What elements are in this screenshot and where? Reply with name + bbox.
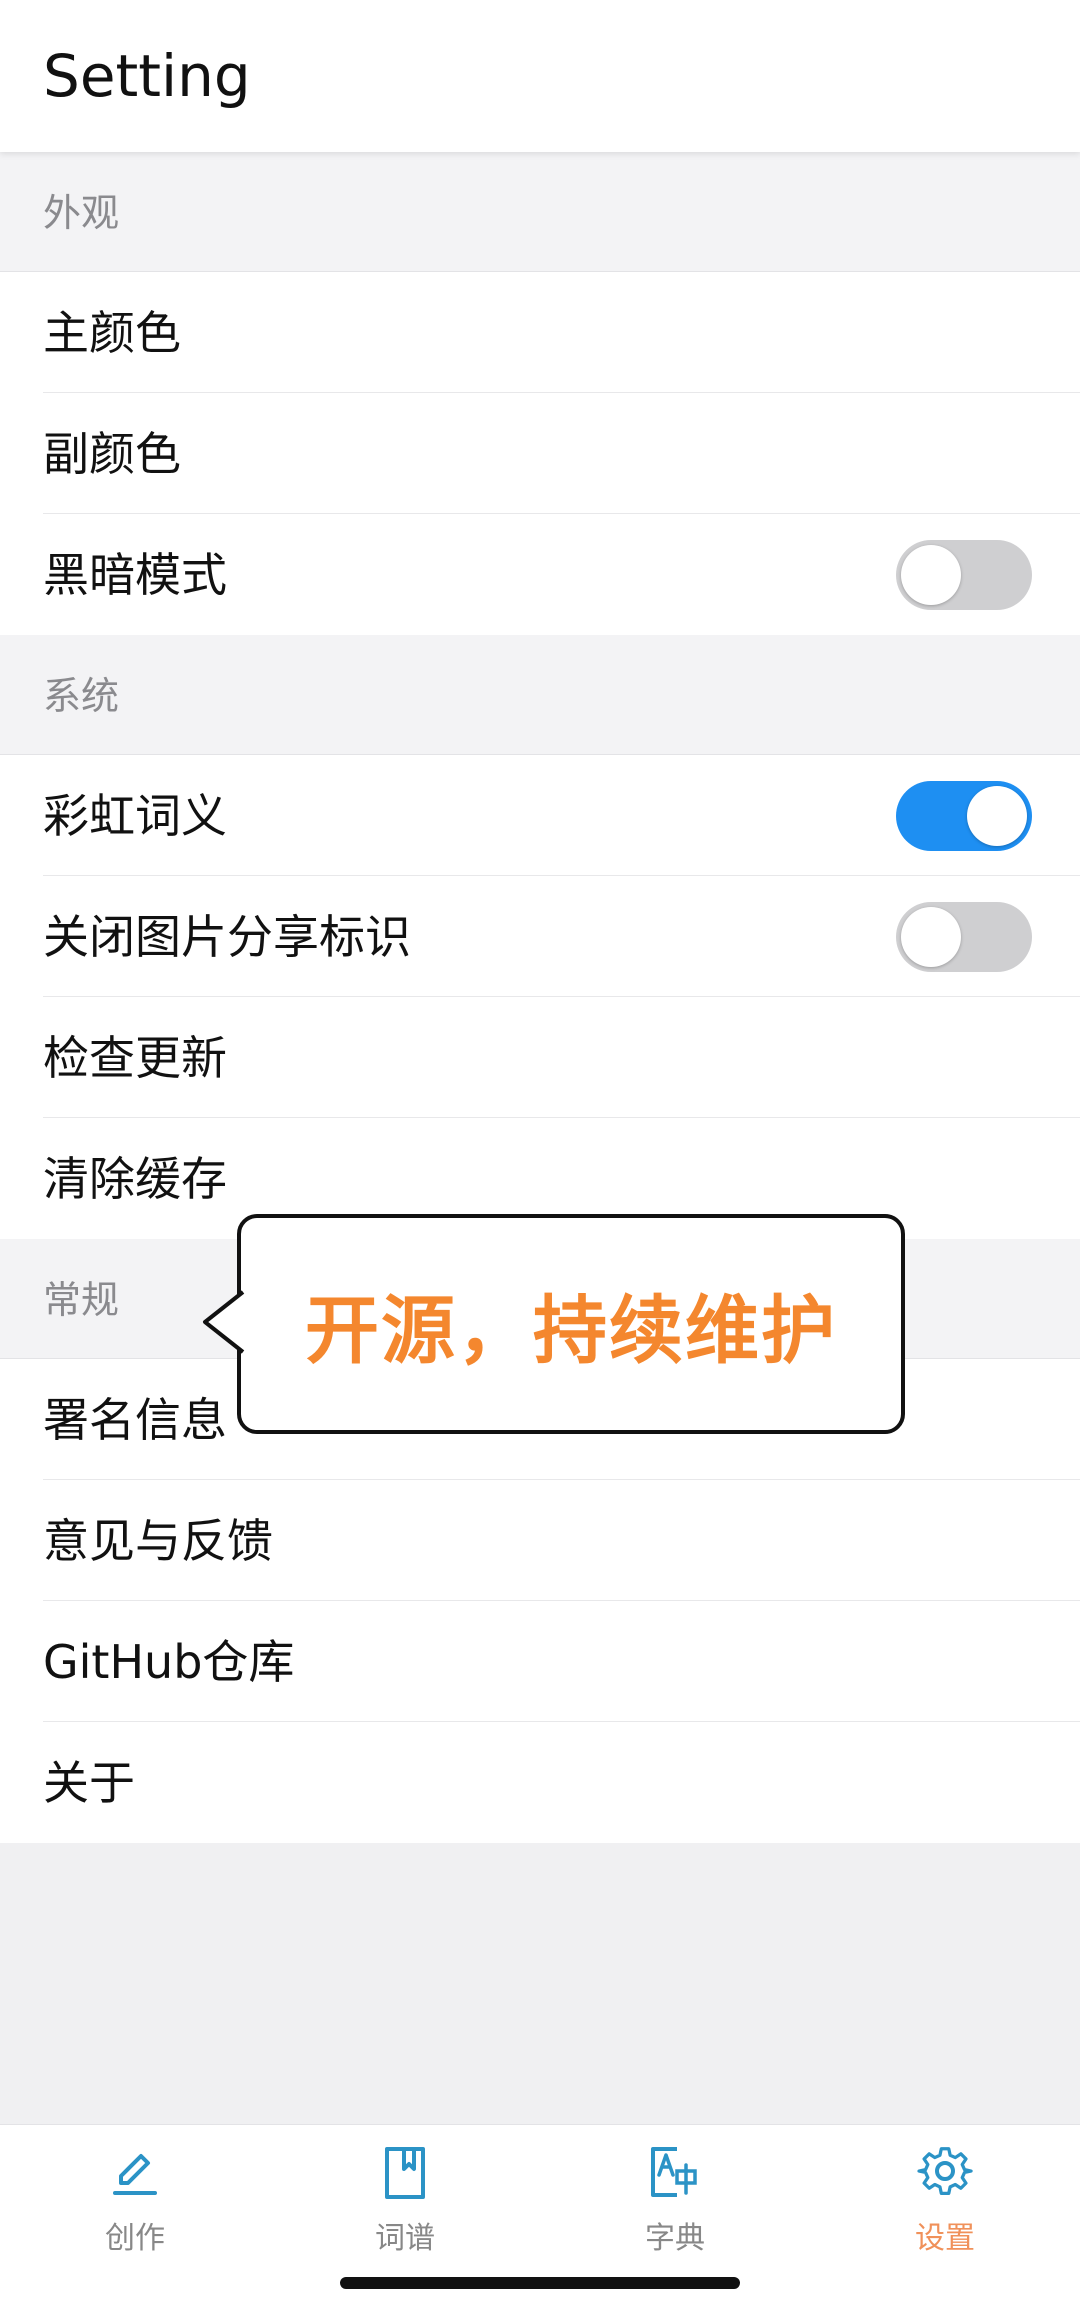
setting-label: 关于 (43, 1756, 135, 1810)
toggle-knob (901, 545, 961, 605)
setting-label: 主颜色 (43, 306, 181, 360)
dark-mode-toggle[interactable] (896, 540, 1032, 610)
close-share-mark-toggle[interactable] (896, 902, 1032, 972)
section-title: 系统 (43, 674, 120, 718)
tab-label: 设置 (915, 2221, 975, 2256)
tab-settings[interactable]: 设置 (845, 2145, 1045, 2275)
setting-label: 黑暗模式 (43, 548, 227, 602)
setting-label: 彩虹词义 (43, 789, 227, 843)
bookmark-icon (385, 2147, 425, 2199)
setting-label: 署名信息 (43, 1393, 227, 1447)
gear-icon (917, 2147, 973, 2195)
setting-label: 检查更新 (43, 1031, 227, 1085)
tab-create[interactable]: 创作 (35, 2145, 235, 2275)
home-indicator (340, 2277, 740, 2289)
toggle-knob (967, 786, 1027, 846)
setting-row-secondary-color[interactable]: 副颜色 (0, 393, 1080, 514)
setting-label: GitHub仓库 (43, 1635, 295, 1689)
promo-callout: 开源，持续维护 (203, 1214, 905, 1434)
setting-row-primary-color[interactable]: 主颜色 (0, 272, 1080, 393)
pen-icon (113, 2154, 157, 2195)
setting-row-about[interactable]: 关于 (0, 1722, 1080, 1843)
rainbow-meaning-toggle[interactable] (896, 781, 1032, 851)
setting-row-github-repo[interactable]: GitHub仓库 (0, 1601, 1080, 1722)
section-title: 外观 (43, 191, 120, 235)
setting-row-feedback[interactable]: 意见与反馈 (0, 1480, 1080, 1601)
setting-row-rainbow-meaning: 彩虹词义 (0, 755, 1080, 876)
section-title: 常规 (43, 1278, 120, 1322)
app-header: Setting (0, 0, 1080, 152)
setting-label: 副颜色 (43, 427, 181, 481)
toggle-knob (901, 907, 961, 967)
setting-label: 关闭图片分享标识 (43, 910, 411, 964)
setting-row-close-share-mark: 关闭图片分享标识 (0, 876, 1080, 997)
settings-screen: Setting 外观 主颜色 副颜色 黑暗模式 系统 彩虹词义 关闭图片分享标识… (0, 0, 1080, 2305)
tab-label: 字典 (645, 2221, 705, 2256)
setting-label: 清除缓存 (43, 1152, 227, 1206)
setting-label: 意见与反馈 (43, 1514, 273, 1568)
tab-label: 词谱 (375, 2221, 435, 2256)
page-title: Setting (43, 42, 251, 110)
section-header-appearance: 外观 (0, 152, 1080, 272)
callout-pointer (203, 1290, 245, 1354)
section-header-system: 系统 (0, 635, 1080, 755)
tab-ci-pu[interactable]: 词谱 (305, 2145, 505, 2275)
setting-row-dark-mode: 黑暗模式 (0, 514, 1080, 635)
tab-label: 创作 (105, 2221, 165, 2256)
tab-dictionary[interactable]: 字典 (575, 2145, 775, 2275)
callout-text: 开源，持续维护 (305, 1287, 837, 1374)
setting-row-check-update[interactable]: 检查更新 (0, 997, 1080, 1118)
dictionary-icon (651, 2147, 697, 2197)
